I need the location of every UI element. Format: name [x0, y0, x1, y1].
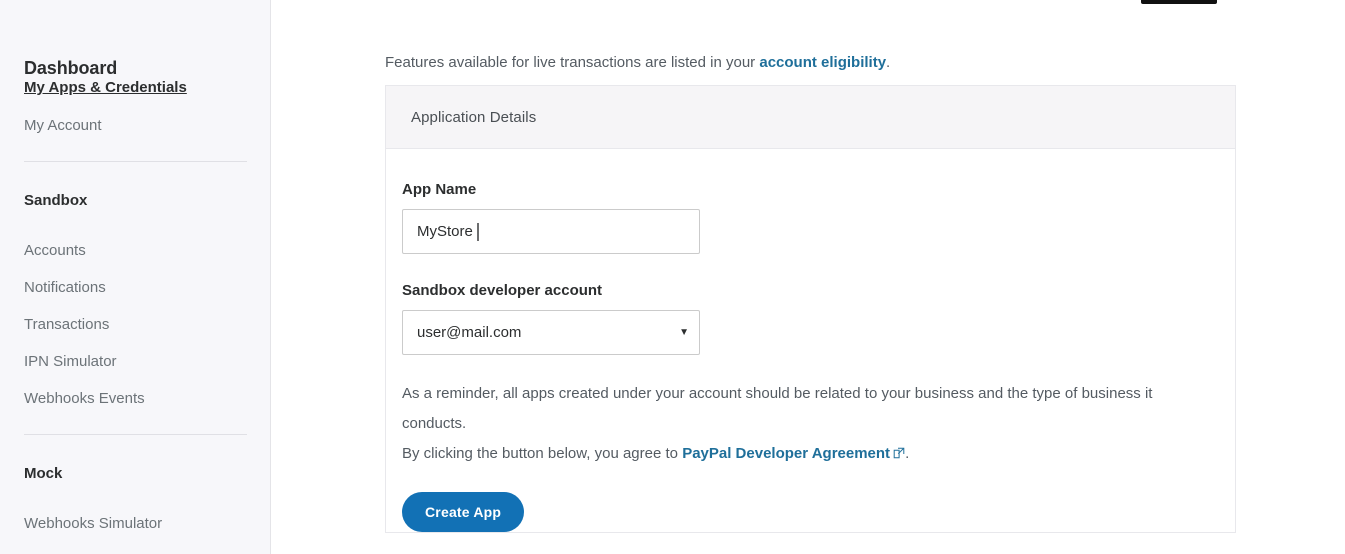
- clipped-toggle[interactable]: [1141, 0, 1217, 4]
- sidebar-item-transactions[interactable]: Transactions: [24, 317, 109, 332]
- card-header: Application Details: [386, 86, 1235, 149]
- app-name-input[interactable]: [402, 209, 700, 254]
- application-details-card: Application Details App Name San: [385, 85, 1236, 533]
- account-eligibility-link[interactable]: account eligibility: [759, 54, 886, 71]
- sidebar-divider-1: [24, 161, 247, 162]
- sandbox-account-select[interactable]: user@mail.com: [402, 310, 700, 355]
- sandbox-account-selected-value: user@mail.com: [417, 324, 522, 341]
- paypal-developer-agreement-link[interactable]: PayPal Developer Agreement: [682, 445, 890, 462]
- card-header-title: Application Details: [411, 108, 537, 126]
- agreement-text-after: .: [905, 445, 910, 462]
- sidebar: Dashboard My Apps & Credentials My Accou…: [0, 0, 271, 554]
- agreement-text-before: By clicking the button below, you agree …: [402, 445, 683, 462]
- app-root: Dashboard My Apps & Credentials My Accou…: [0, 0, 1345, 554]
- sidebar-item-webhooks-events[interactable]: Webhooks Events: [24, 391, 145, 406]
- sidebar-item-webhooks-simulator[interactable]: Webhooks Simulator: [24, 516, 162, 531]
- sidebar-heading-mock: Mock: [24, 465, 63, 482]
- sidebar-item-ipn-simulator[interactable]: IPN Simulator: [24, 354, 117, 369]
- agreement-text: By clicking the button below, you agree …: [402, 439, 1210, 470]
- sandbox-account-select-wrap: user@mail.com ▼: [402, 310, 700, 355]
- intro-text-before: Features available for live transactions…: [385, 54, 760, 71]
- card-body: App Name Sandbox developer account use: [386, 149, 1235, 532]
- sidebar-item-my-apps-and-credentials[interactable]: My Apps & Credentials: [24, 80, 187, 95]
- app-name-label: App Name: [402, 181, 477, 198]
- external-link-icon: [893, 440, 905, 470]
- sidebar-divider-2: [24, 434, 247, 435]
- intro-text: Features available for live transactions…: [385, 52, 890, 74]
- sandbox-account-field-group: Sandbox developer account user@mail.com …: [402, 283, 1210, 355]
- app-name-field-group: App Name: [402, 182, 1210, 254]
- sidebar-heading-dashboard: Dashboard: [24, 58, 118, 78]
- reminder-text: As a reminder, all apps created under yo…: [402, 385, 1153, 432]
- sidebar-item-my-account[interactable]: My Account: [24, 118, 102, 133]
- sidebar-heading-sandbox: Sandbox: [24, 192, 88, 209]
- app-name-input-wrap: [402, 209, 700, 254]
- create-app-button[interactable]: Create App: [402, 492, 525, 532]
- clipped-scrolled-row: [271, 0, 1345, 4]
- sidebar-item-notifications[interactable]: Notifications: [24, 280, 106, 295]
- sandbox-account-label: Sandbox developer account: [402, 282, 603, 299]
- intro-text-after: .: [886, 54, 891, 71]
- sidebar-item-accounts[interactable]: Accounts: [24, 243, 86, 258]
- main-content: Features available for live transactions…: [271, 0, 1345, 554]
